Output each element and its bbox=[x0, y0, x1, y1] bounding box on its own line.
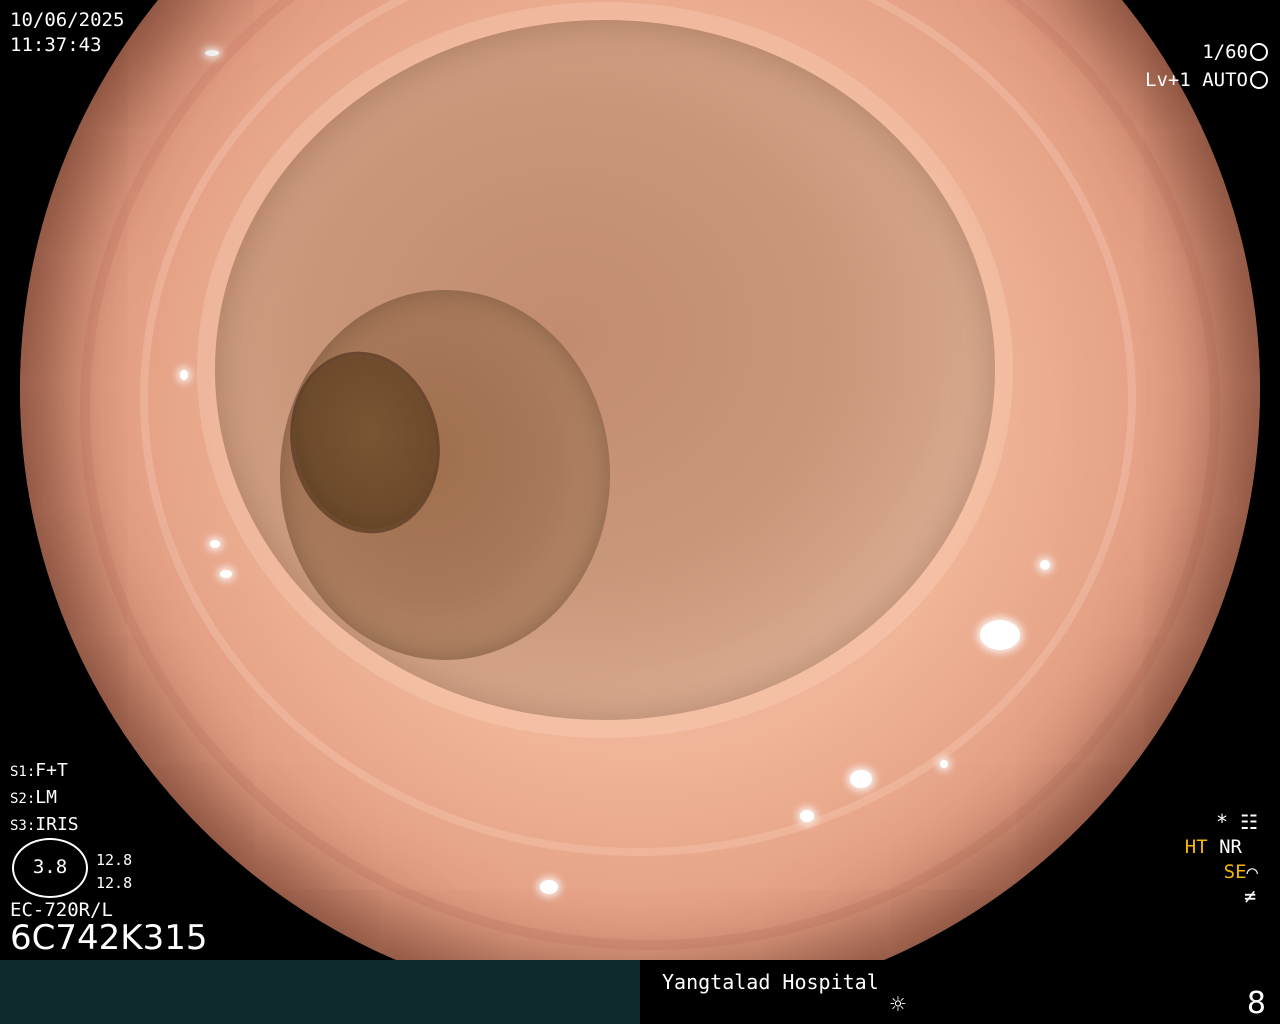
scope-switch-settings: S1:F+T S2:LM S3:IRIS bbox=[10, 758, 79, 839]
se-label: SE bbox=[1223, 861, 1247, 883]
ht-label: HT bbox=[1184, 836, 1208, 858]
gauge-value: 3.8 bbox=[32, 856, 68, 878]
date-display: 10/06/2025 bbox=[10, 9, 125, 31]
level-value: Lv+1 bbox=[1145, 69, 1191, 91]
processing-indicator: HT NR bbox=[1185, 835, 1242, 859]
setting-s1: S1:F+T bbox=[10, 760, 68, 781]
time-display: 11:37:43 bbox=[10, 34, 102, 56]
sliders-icon: ☷ bbox=[1240, 810, 1258, 834]
setting-s2: S2:LM bbox=[10, 787, 57, 808]
mode-value: AUTO bbox=[1202, 69, 1248, 91]
star-label: * bbox=[1215, 810, 1229, 834]
vignette bbox=[20, 0, 1260, 1010]
iris-icon bbox=[1250, 71, 1268, 89]
gauge-readout-2: 12.8 bbox=[96, 874, 133, 892]
status-bar-right: Yangtalad Hospital ☼ 8 bbox=[640, 960, 1280, 1024]
endoscopy-screen: 10/06/2025 11:37:43 1/60 Lv+1 AUTO S1:F+… bbox=[0, 0, 1280, 1024]
not-equal-icon: ≠ bbox=[1243, 884, 1256, 908]
setting-s3: S3:IRIS bbox=[10, 814, 79, 835]
enhancement-indicator: SE⌒ bbox=[1224, 860, 1258, 884]
shutter-value: 1/60 bbox=[1202, 41, 1248, 63]
shutter-readout: 1/60 bbox=[1202, 40, 1268, 64]
settings-indicator: * ☷ bbox=[1216, 810, 1258, 834]
sun-icon: ☼ bbox=[890, 990, 906, 1020]
page-number: 8 bbox=[1246, 986, 1266, 1021]
status-bar: Yangtalad Hospital ☼ 8 bbox=[0, 960, 1280, 1024]
scope-serial: 6C742K315 bbox=[10, 918, 208, 958]
scope-gauge-icon: 3.8 bbox=[12, 838, 88, 898]
nr-label: NR bbox=[1219, 836, 1242, 858]
status-bar-left bbox=[0, 960, 640, 1024]
gauge-readout-1: 12.8 bbox=[96, 851, 133, 869]
hospital-name: Yangtalad Hospital bbox=[662, 970, 879, 994]
exposure-readout: Lv+1 AUTO bbox=[1145, 68, 1268, 92]
endoscopic-image bbox=[20, 0, 1260, 1010]
shutter-icon bbox=[1250, 43, 1268, 61]
enhancement-curve-icon: ⌒ bbox=[1246, 861, 1258, 883]
